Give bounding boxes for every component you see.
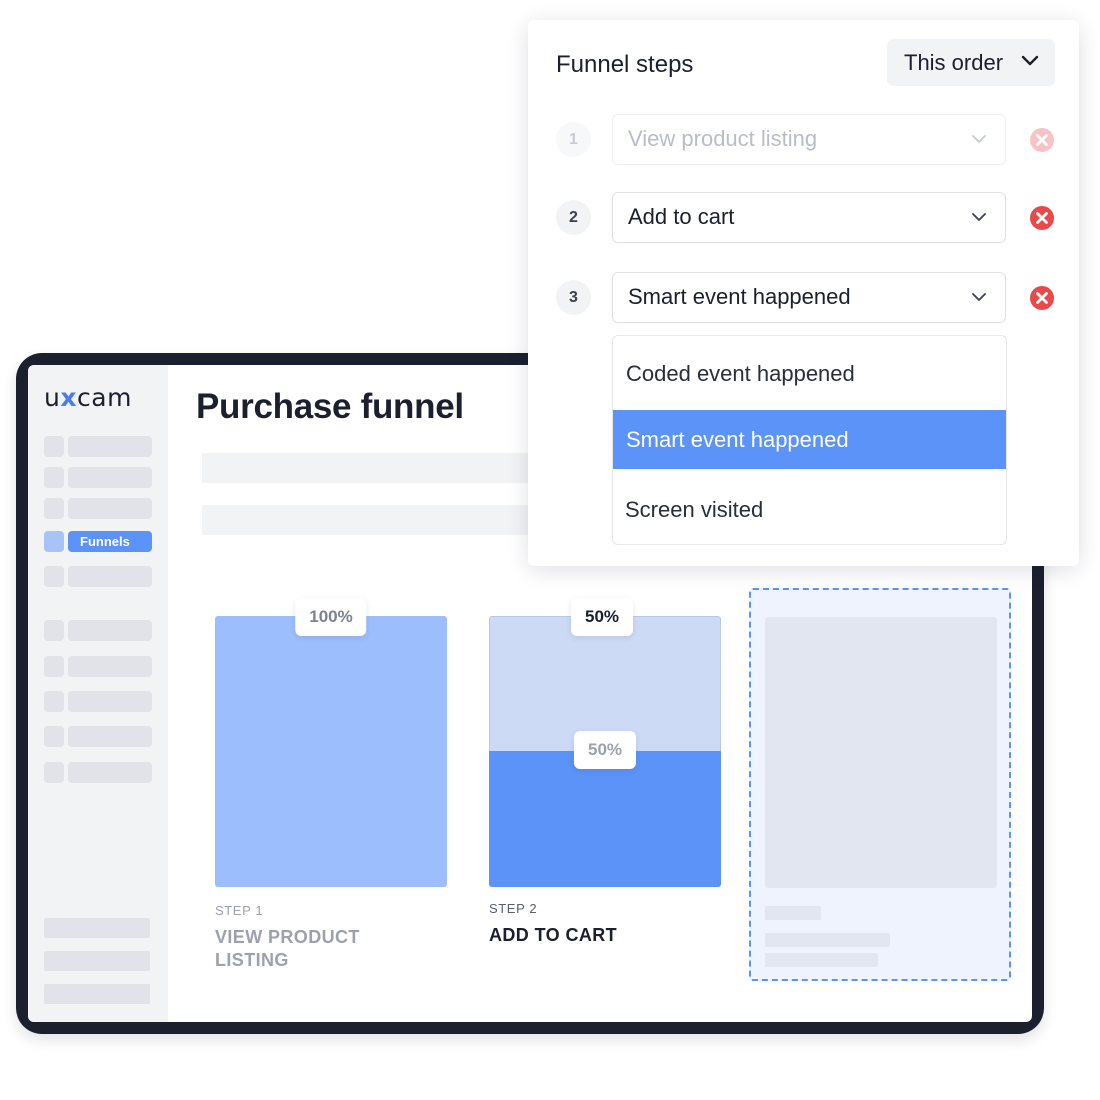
nav-label-placeholder	[68, 656, 152, 677]
chevron-down-icon	[972, 293, 986, 301]
step-event-select[interactable]: Add to cart	[612, 192, 1006, 243]
order-select[interactable]: This order	[887, 39, 1055, 86]
step-number-badge: 2	[556, 200, 591, 235]
step-2-bar-converted	[489, 751, 721, 887]
step-event-value: Add to cart	[628, 204, 735, 229]
step-event-value: View product listing	[628, 126, 818, 151]
step-1-name: VIEW PRODUCT LISTING	[215, 927, 360, 970]
nav-icon	[44, 436, 64, 457]
step-1-number: STEP 1	[215, 903, 264, 918]
nav-icon	[44, 467, 64, 488]
step-event-value: Smart event happened	[628, 284, 851, 309]
funnel-step-row-1: 1 View product listing	[556, 114, 1056, 166]
funnel-step-1-bar[interactable]	[215, 616, 447, 887]
placeholder-line	[765, 953, 878, 967]
chevron-down-icon	[972, 213, 986, 221]
remove-circle-icon[interactable]	[1029, 127, 1055, 153]
nav-label-placeholder	[68, 620, 152, 641]
step-number-badge: 3	[556, 280, 591, 315]
remove-circle-icon[interactable]	[1029, 205, 1055, 231]
dropdown-option-screen-visited[interactable]: Screen visited	[613, 480, 1006, 539]
event-type-dropdown: Coded event happened Smart event happene…	[612, 335, 1007, 545]
nav-icon	[44, 726, 64, 747]
nav-label-placeholder	[68, 762, 152, 783]
nav-icon	[44, 498, 64, 519]
uxcam-logo[interactable]: uxcam	[44, 383, 132, 412]
sidebar-item-label: Funnels	[68, 531, 152, 552]
filter-bar-placeholder[interactable]	[202, 505, 542, 535]
funnel-step-row-2: 2 Add to cart	[556, 192, 1056, 244]
funnel-steps-panel: Funnel steps This order 1 View product l…	[528, 20, 1079, 566]
step-2-percent-badge: 50%	[570, 598, 634, 636]
sidebar-footer-item[interactable]	[44, 951, 150, 971]
step-event-select[interactable]: View product listing	[612, 114, 1006, 165]
nav-label-placeholder	[68, 467, 152, 488]
add-step-dropzone[interactable]	[749, 588, 1011, 981]
nav-icon	[44, 566, 64, 587]
step-2-number: STEP 2	[489, 901, 538, 916]
chevron-down-icon	[972, 135, 986, 143]
nav-icon	[44, 762, 64, 783]
step-2-converted-badge: 50%	[573, 731, 637, 769]
step-2-name: ADD TO CART	[489, 925, 618, 945]
step-number-badge: 1	[556, 122, 591, 157]
sidebar-footer-item[interactable]	[44, 918, 150, 938]
order-select-label: This order	[904, 50, 1004, 75]
chevron-down-icon	[1021, 55, 1039, 66]
nav-icon	[44, 656, 64, 677]
sidebar: uxcam Funnels	[28, 365, 168, 1022]
placeholder-bar	[765, 617, 997, 888]
remove-circle-icon[interactable]	[1029, 285, 1055, 311]
dropdown-option-coded-event[interactable]: Coded event happened	[613, 344, 1006, 403]
nav-label-placeholder	[68, 498, 152, 519]
sidebar-footer-item[interactable]	[44, 984, 150, 1004]
dropdown-option-smart-event[interactable]: Smart event happened	[613, 410, 1006, 469]
page-title: Purchase funnel	[196, 387, 464, 426]
placeholder-line	[765, 933, 890, 947]
panel-title: Funnel steps	[556, 51, 694, 78]
step-1-percent-badge: 100%	[295, 598, 367, 636]
nav-icon	[44, 691, 64, 712]
step-event-select[interactable]: Smart event happened	[612, 272, 1006, 323]
filter-bar-placeholder[interactable]	[202, 453, 542, 483]
nav-label-placeholder	[68, 691, 152, 712]
nav-label-placeholder	[68, 566, 152, 587]
funnel-step-row-3: 3 Smart event happened	[556, 272, 1056, 324]
nav-label-placeholder	[68, 436, 152, 457]
nav-label-placeholder	[68, 726, 152, 747]
step-1-bar-fill	[215, 616, 447, 887]
nav-icon	[44, 620, 64, 641]
funnel-icon	[44, 531, 64, 552]
placeholder-line	[765, 906, 821, 920]
